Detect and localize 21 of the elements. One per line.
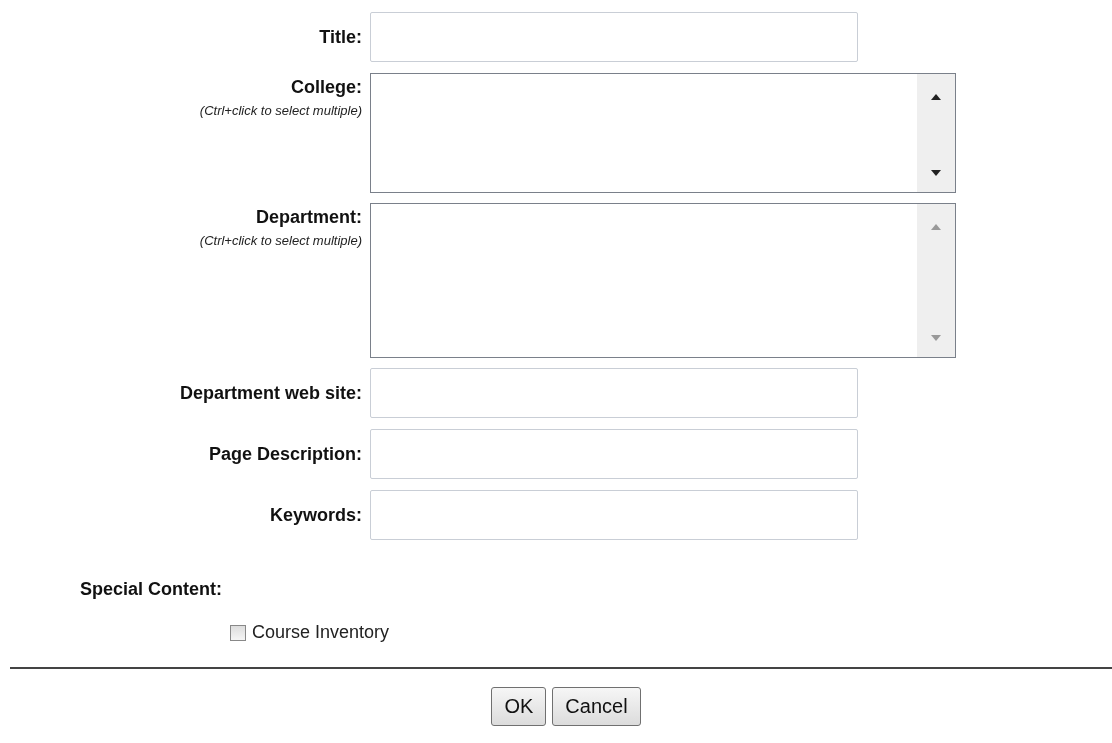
list-box[interactable] <box>370 73 956 193</box>
dialog-button[interactable]: OK <box>491 687 547 726</box>
scroll-down-icon[interactable] <box>930 169 942 177</box>
checkbox[interactable] <box>230 624 246 641</box>
field-hint: (Ctrl+click to select multiple) <box>199 233 362 248</box>
scrollbar[interactable] <box>917 74 955 192</box>
field-label: College: <box>291 77 362 98</box>
field-label: Title: <box>319 26 362 48</box>
field-label: Page Description: <box>208 443 362 465</box>
scroll-up-icon[interactable] <box>930 93 942 101</box>
section-heading: Special Content: <box>80 579 222 600</box>
checkbox-label[interactable]: Course Inventory <box>252 622 390 643</box>
text-field[interactable] <box>370 12 858 62</box>
dialog-button[interactable]: Cancel <box>552 687 641 726</box>
text-field[interactable] <box>370 490 858 540</box>
field-label: Keywords: <box>269 504 362 526</box>
field-label: Department web site: <box>179 382 362 404</box>
text-field[interactable] <box>370 368 858 418</box>
field-hint: (Ctrl+click to select multiple) <box>199 103 362 118</box>
text-field[interactable] <box>370 429 858 479</box>
field-label: Department: <box>256 207 362 228</box>
